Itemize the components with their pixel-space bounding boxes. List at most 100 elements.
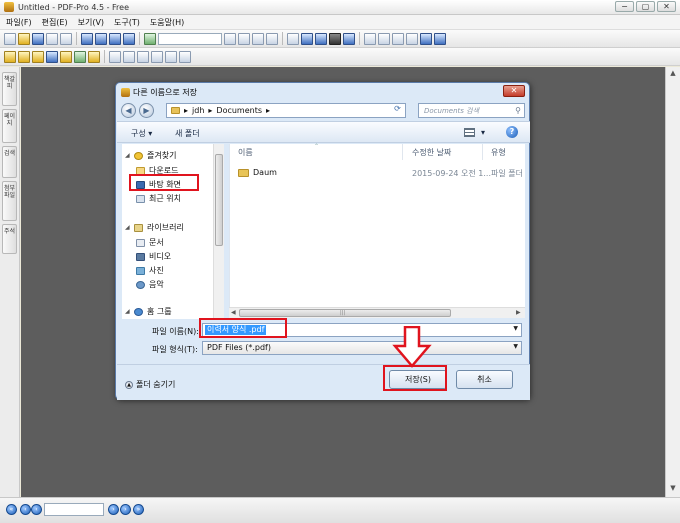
maximize-button[interactable]: ▢: [636, 1, 655, 12]
menu-edit[interactable]: 편집(E): [42, 17, 68, 28]
nav-recent[interactable]: 최근 위치: [136, 193, 181, 204]
single-page-icon[interactable]: [364, 32, 376, 45]
column-header-type[interactable]: 유형: [491, 147, 506, 158]
two-page-icon[interactable]: [392, 32, 404, 45]
breadcrumb-separator[interactable]: ▸: [184, 106, 188, 115]
tab-bookmarks[interactable]: 책갈피: [2, 72, 17, 106]
nav-documents[interactable]: 문서: [136, 237, 164, 248]
chevron-down-icon[interactable]: ▼: [513, 325, 518, 332]
note-icon[interactable]: [88, 50, 100, 63]
collapse-icon[interactable]: ◢: [125, 152, 130, 159]
file-name[interactable]: Daum: [253, 168, 277, 177]
menu-view[interactable]: 보기(V): [78, 17, 104, 28]
collapse-icon[interactable]: ◢: [125, 308, 130, 315]
chevron-down-icon[interactable]: ▼: [513, 343, 518, 350]
collapse-icon[interactable]: ◢: [125, 224, 130, 231]
close-button[interactable]: ✕: [657, 1, 676, 12]
menu-tools[interactable]: 도구(T): [114, 17, 140, 28]
fit-page-icon[interactable]: [266, 32, 278, 45]
first-page-icon[interactable]: [81, 32, 93, 45]
nav-pictures[interactable]: 사진: [136, 265, 164, 276]
scroll-left-icon[interactable]: ◀: [231, 309, 236, 316]
column-header-name[interactable]: 이름: [238, 147, 253, 158]
select-text-icon[interactable]: [123, 50, 135, 63]
first-page-nav-icon[interactable]: «: [6, 504, 17, 515]
hide-folders-toggle[interactable]: ▲ 폴더 숨기기: [125, 379, 175, 390]
typewriter-icon[interactable]: [60, 50, 72, 63]
next-page-nav-icon[interactable]: ›: [120, 504, 131, 515]
last-page-nav-icon[interactable]: »: [133, 504, 144, 515]
globe-icon[interactable]: [420, 32, 432, 45]
scroll-up-icon[interactable]: ▲: [668, 69, 678, 79]
warning-icon[interactable]: [4, 50, 16, 63]
nav-homegroup[interactable]: ◢ 홈 그룹: [125, 306, 172, 317]
folder-icon[interactable]: [18, 50, 30, 63]
breadcrumb-user[interactable]: jdh: [192, 106, 204, 115]
prev-page-icon[interactable]: [95, 32, 107, 45]
nav-favorites[interactable]: ◢ 즐겨찾기: [125, 150, 176, 161]
select-arrow-icon[interactable]: [109, 50, 121, 63]
text-box-icon[interactable]: [46, 50, 58, 63]
prev-nav-icon[interactable]: ‹: [31, 504, 42, 515]
fit-width-icon[interactable]: [252, 32, 264, 45]
select-area-icon[interactable]: [137, 50, 149, 63]
hand-tool-icon[interactable]: [287, 32, 299, 45]
zoom-out-icon[interactable]: [315, 32, 327, 45]
new-folder-button[interactable]: 새 폴더: [175, 128, 200, 139]
breadcrumb-documents[interactable]: Documents: [216, 106, 262, 115]
pen-icon[interactable]: [74, 50, 86, 63]
navigation-scrollbar-thumb[interactable]: [215, 154, 223, 246]
zoom-out-page-icon[interactable]: [238, 32, 250, 45]
view-options-caret[interactable]: ▾: [481, 128, 485, 137]
add-page-icon[interactable]: [144, 32, 156, 45]
rotate-icon[interactable]: [406, 32, 418, 45]
back-button[interactable]: ◀: [121, 103, 136, 118]
image-icon[interactable]: [179, 50, 191, 63]
camera-icon[interactable]: [329, 32, 341, 45]
scroll-right-icon[interactable]: ▶: [516, 309, 521, 316]
refresh-icon[interactable]: ⟳: [392, 104, 403, 115]
next-nav-icon[interactable]: ›: [108, 504, 119, 515]
search-icon[interactable]: ⚲: [515, 106, 521, 115]
open-icon[interactable]: [18, 32, 30, 45]
tab-search[interactable]: 검색: [2, 146, 17, 178]
stamp-icon[interactable]: [434, 32, 446, 45]
forward-button[interactable]: ▶: [139, 103, 154, 118]
column-divider[interactable]: [482, 144, 483, 160]
zoom-input[interactable]: [158, 32, 222, 45]
column-header-modified[interactable]: 수정한 날짜: [412, 147, 451, 158]
email-icon[interactable]: [60, 32, 72, 45]
help-icon[interactable]: ?: [506, 126, 518, 138]
crop-icon[interactable]: [151, 50, 163, 63]
view-options-icon[interactable]: [464, 128, 475, 137]
save-icon[interactable]: [32, 32, 44, 45]
link-icon[interactable]: [165, 50, 177, 63]
menu-help[interactable]: 도움말(H): [150, 17, 184, 28]
search-icon[interactable]: [343, 32, 355, 45]
column-divider[interactable]: [402, 144, 403, 160]
file-list-horizontal-scrollbar[interactable]: ◀ ||| ▶: [229, 307, 525, 318]
print-icon[interactable]: [46, 32, 58, 45]
breadcrumb-separator[interactable]: ▸: [266, 106, 270, 115]
zoom-in-page-icon[interactable]: [224, 32, 236, 45]
file-type-select[interactable]: PDF Files (*.pdf) ▼: [202, 341, 522, 355]
last-page-icon[interactable]: [123, 32, 135, 45]
search-input[interactable]: Documents 검색 ⚲: [418, 103, 525, 118]
workspace-vertical-scrollbar[interactable]: ▲ ▼: [665, 67, 680, 497]
continuous-page-icon[interactable]: [378, 32, 390, 45]
zoom-in-icon[interactable]: [301, 32, 313, 45]
text-tool-icon[interactable]: [32, 50, 44, 63]
nav-music[interactable]: 음악: [136, 279, 164, 290]
breadcrumb-separator[interactable]: ▸: [208, 106, 212, 115]
cancel-button[interactable]: 취소: [456, 370, 513, 389]
tab-comments[interactable]: 주석: [2, 224, 17, 254]
address-bar[interactable]: ▸ jdh ▸ Documents ▸: [166, 103, 406, 118]
nav-libraries[interactable]: ◢ 라이브러리: [125, 222, 184, 233]
prev-page-nav-icon[interactable]: ‹: [20, 504, 31, 515]
minimize-button[interactable]: −: [615, 1, 634, 12]
navigation-scrollbar[interactable]: [213, 144, 224, 319]
page-number-input[interactable]: [44, 503, 104, 516]
new-icon[interactable]: [4, 32, 16, 45]
dialog-close-button[interactable]: ✕: [503, 85, 525, 97]
next-page-icon[interactable]: [109, 32, 121, 45]
